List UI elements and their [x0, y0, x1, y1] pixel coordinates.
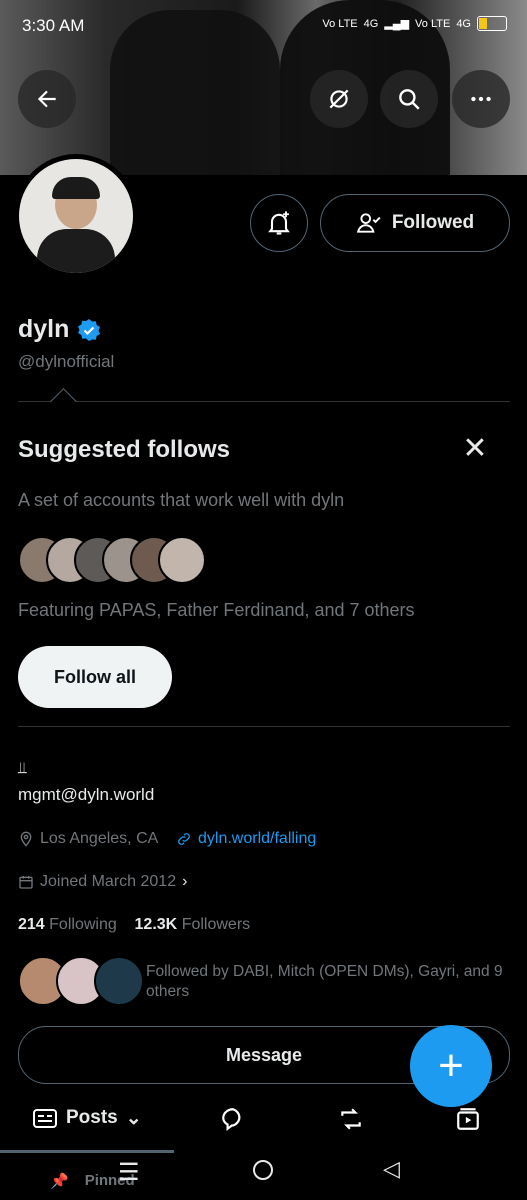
following-link[interactable]: 214 Following [18, 916, 117, 933]
close-suggestions-button[interactable]: ✕ [460, 434, 490, 464]
network-type: 4G [363, 17, 379, 30]
profile-tabs: Posts ⌄ [0, 1098, 527, 1144]
close-icon: ✕ [462, 432, 488, 465]
signal-icon: ▂▄▆ [384, 18, 410, 30]
chevron-down-icon: ⌄ [125, 1107, 142, 1129]
grok-icon [329, 89, 349, 109]
more-icon [471, 96, 491, 102]
link-icon [178, 833, 190, 845]
chevron-right-icon: › [182, 873, 188, 890]
followed-label: Followed [391, 212, 475, 233]
battery-icon [477, 16, 507, 31]
website-link[interactable]: dyln.world/falling [198, 830, 316, 848]
mutual-avatar [94, 956, 144, 1006]
avatar-photo [19, 159, 133, 273]
location-pin-icon [20, 831, 32, 847]
menu-lines-icon: ☰ [118, 1159, 140, 1186]
followers-link[interactable]: 12.3K Followers [135, 916, 251, 933]
tab-replies[interactable] [220, 1106, 246, 1132]
user-check-icon [356, 213, 381, 233]
profile-name: dyln [18, 315, 101, 344]
profile-website[interactable]: dyln.world/falling [176, 830, 316, 848]
plus-icon: + [438, 1041, 464, 1090]
verified-badge-icon [78, 318, 101, 341]
status-time: 3:30 AM [22, 16, 85, 35]
status-icons: Vo LTE 4G ▂▄▆ Vo LTE 4G [322, 16, 507, 31]
grok-button[interactable] [310, 70, 368, 128]
divider [18, 726, 510, 727]
bio-glyph-icon: ⫫ [18, 760, 27, 777]
follow-counts: 214 Following 12.3K Followers [18, 916, 250, 934]
repost-icon [341, 1108, 361, 1130]
followers-count: 12.3K [134, 916, 178, 933]
suggestion-pointer [50, 388, 77, 415]
pin-icon: 📌 [50, 1173, 69, 1190]
following-label: Following [49, 916, 117, 933]
back-arrow-icon [37, 90, 56, 108]
compose-button[interactable]: + [410, 1025, 492, 1107]
tab-reposts[interactable] [337, 1106, 365, 1132]
tab-media[interactable] [455, 1106, 481, 1132]
location-text: Los Angeles, CA [40, 830, 159, 847]
profile-handle: @dylnofficial [18, 352, 115, 371]
calendar-icon [19, 876, 33, 889]
tab-posts[interactable]: Posts ⌄ [32, 1106, 142, 1130]
back-triangle-icon: ◁ [383, 1156, 400, 1181]
divider [18, 401, 510, 402]
display-name: dyln [18, 315, 70, 343]
search-icon [399, 89, 420, 110]
profile-location: Los Angeles, CA [18, 830, 158, 848]
system-back-button[interactable]: ◁ [383, 1156, 400, 1182]
network-label: Vo LTE [322, 17, 358, 30]
back-button[interactable] [18, 70, 76, 128]
notifications-button[interactable] [250, 194, 308, 252]
avatar[interactable] [14, 154, 138, 278]
posts-icon [33, 1109, 57, 1128]
suggested-subtitle: A set of accounts that work well with dy… [18, 490, 345, 510]
tab-posts-label: Posts [66, 1107, 118, 1128]
followers-label: Followers [181, 916, 251, 933]
more-options-button[interactable] [452, 70, 510, 128]
media-icon [457, 1108, 479, 1130]
search-button[interactable] [380, 70, 438, 128]
suggested-follows-title: Suggested follows [18, 436, 231, 463]
followed-by-text[interactable]: Followed by DABI, Mitch (OPEN DMs), Gayr… [146, 962, 506, 1002]
status-bar: 3:30 AM Vo LTE 4G ▂▄▆ Vo LTE 4G [0, 0, 527, 50]
following-count: 214 [18, 916, 45, 933]
home-button[interactable] [253, 1160, 273, 1180]
reply-icon [222, 1108, 241, 1131]
joined-text: Joined March 2012 [40, 873, 177, 890]
followed-button[interactable]: Followed [320, 194, 510, 252]
bell-plus-icon [268, 211, 290, 235]
profile-joined[interactable]: Joined March 2012 › [18, 873, 187, 891]
featuring-text: Featuring PAPAS, Father Ferdinand, and 7… [18, 600, 415, 620]
recent-apps-button[interactable]: ☰ [118, 1158, 140, 1187]
network-type: 4G [456, 17, 471, 30]
network-label: Vo LTE [415, 17, 451, 30]
suggested-avatar [158, 536, 206, 584]
android-nav-bar: 📌 Pinned ☰ ◁ [0, 1150, 527, 1200]
follow-all-button[interactable]: Follow all [18, 646, 172, 708]
bio-email[interactable]: mgmt@dyln.world [18, 785, 154, 805]
